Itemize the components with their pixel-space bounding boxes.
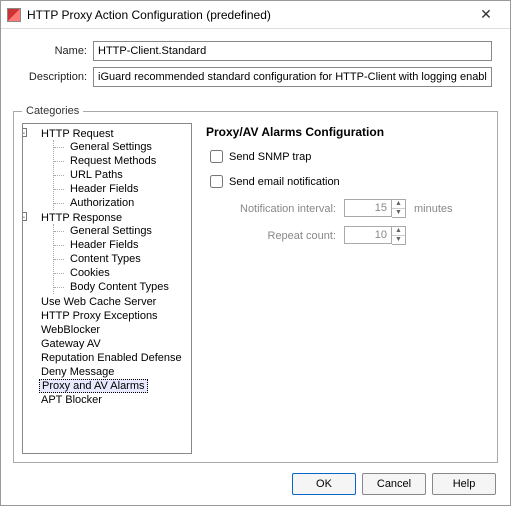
close-icon[interactable]: ✕ xyxy=(470,3,502,27)
interval-label: Notification interval: xyxy=(206,203,336,215)
email-row: Send email notification xyxy=(206,172,485,191)
tree-apt[interactable]: APT Blocker xyxy=(39,394,104,406)
button-bar: OK Cancel Help xyxy=(292,473,496,495)
tree-denymsg[interactable]: Deny Message xyxy=(39,366,116,378)
tree-res-general[interactable]: General Settings xyxy=(68,225,154,237)
repeat-label: Repeat count: xyxy=(206,230,336,242)
interval-unit: minutes xyxy=(414,203,453,215)
repeat-up-icon[interactable]: ▲ xyxy=(392,227,405,236)
settings-pane: Proxy/AV Alarms Configuration Send SNMP … xyxy=(192,123,489,454)
interval-row: Notification interval: ▲ ▼ minutes xyxy=(206,199,485,218)
repeat-row: Repeat count: ▲ ▼ xyxy=(206,226,485,245)
tree-repdef[interactable]: Reputation Enabled Defense xyxy=(39,352,184,364)
email-checkbox[interactable] xyxy=(210,175,223,188)
tree-alarms[interactable]: Proxy and AV Alarms xyxy=(39,379,148,393)
titlebar: HTTP Proxy Action Configuration (predefi… xyxy=(1,1,510,29)
tree-http-response[interactable]: HTTP Response xyxy=(39,212,124,224)
tree-gatewayav[interactable]: Gateway AV xyxy=(39,338,103,350)
description-input[interactable] xyxy=(93,67,492,87)
tree-res-cookies[interactable]: Cookies xyxy=(68,267,112,279)
ok-button[interactable]: OK xyxy=(292,473,356,495)
name-row: Name: xyxy=(19,41,492,61)
email-label: Send email notification xyxy=(229,176,340,188)
description-row: Description: xyxy=(19,67,492,87)
tree-http-request[interactable]: HTTP Request xyxy=(39,128,116,140)
repeat-input[interactable] xyxy=(344,226,392,244)
name-input[interactable] xyxy=(93,41,492,61)
collapse-icon[interactable]: − xyxy=(22,128,27,137)
collapse-icon[interactable]: − xyxy=(22,212,27,221)
interval-up-icon[interactable]: ▲ xyxy=(392,200,405,209)
name-label: Name: xyxy=(19,45,87,57)
category-tree[interactable]: − HTTP Request General Settings Request … xyxy=(22,123,192,454)
form-area: Name: Description: xyxy=(1,29,510,97)
snmp-label: Send SNMP trap xyxy=(229,151,311,163)
snmp-row: Send SNMP trap xyxy=(206,147,485,166)
snmp-checkbox[interactable] xyxy=(210,150,223,163)
app-icon xyxy=(7,8,21,22)
tree-res-ctypes[interactable]: Content Types xyxy=(68,253,143,265)
tree-req-headers[interactable]: Header Fields xyxy=(68,183,140,195)
pane-heading: Proxy/AV Alarms Configuration xyxy=(206,125,485,139)
interval-spinner[interactable]: ▲ ▼ xyxy=(344,199,406,218)
help-button[interactable]: Help xyxy=(432,473,496,495)
tree-webblocker[interactable]: WebBlocker xyxy=(39,324,102,336)
window-title: HTTP Proxy Action Configuration (predefi… xyxy=(27,8,470,22)
interval-input[interactable] xyxy=(344,199,392,217)
repeat-spinner[interactable]: ▲ ▼ xyxy=(344,226,406,245)
tree-req-urlpaths[interactable]: URL Paths xyxy=(68,169,125,181)
tree-req-auth[interactable]: Authorization xyxy=(68,197,136,209)
tree-proxyexc[interactable]: HTTP Proxy Exceptions xyxy=(39,310,160,322)
categories-group: Categories − HTTP Request General Settin… xyxy=(13,105,498,463)
tree-res-headers[interactable]: Header Fields xyxy=(68,239,140,251)
tree-webcache[interactable]: Use Web Cache Server xyxy=(39,296,158,308)
repeat-down-icon[interactable]: ▼ xyxy=(392,236,405,244)
tree-res-body[interactable]: Body Content Types xyxy=(68,281,171,293)
interval-down-icon[interactable]: ▼ xyxy=(392,209,405,217)
tree-req-general[interactable]: General Settings xyxy=(68,141,154,153)
description-label: Description: xyxy=(19,71,87,83)
tree-req-methods[interactable]: Request Methods xyxy=(68,155,158,167)
cancel-button[interactable]: Cancel xyxy=(362,473,426,495)
categories-legend: Categories xyxy=(22,105,83,117)
